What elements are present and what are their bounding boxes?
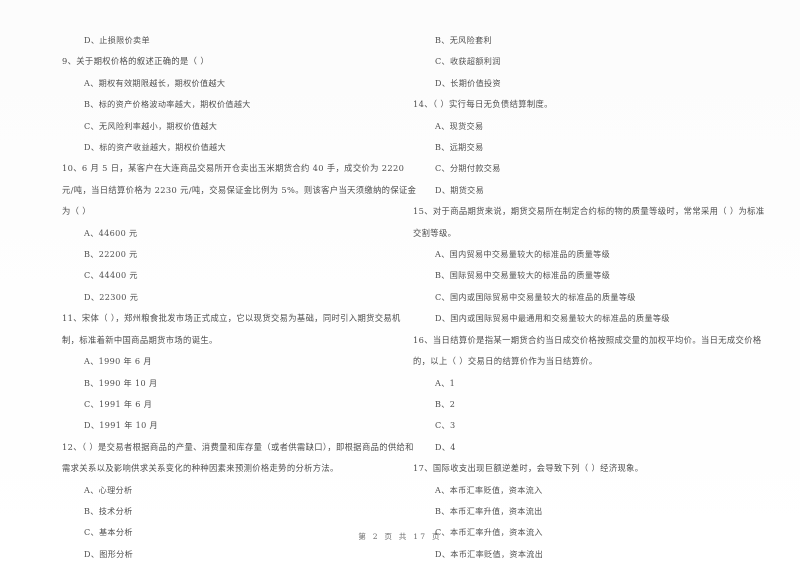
answer-option: B、标的资产价格波动率越大，期权价值越大 [84,99,251,110]
question-stem: 9、关于期权价格的叙述正确的是（ ） [62,56,209,67]
right-column: B、无风险套利 C、收获超额利润 D、长期价值投资 14、（ ）实行每日无负债结算制度… [413,30,768,565]
answer-option: B、无风险套利 [435,35,492,45]
answer-option: A、1990 年 6 月 [84,356,152,367]
answer-option: C、无风险利率越小，期权价值越大 [84,120,218,131]
question-stem: 14、（ ）实行每日无负债结算制度。 [413,99,553,110]
question-stem: 15、对于商品期货来说，期货交易所在制定合约标的物的质量等级时，常常采用（ ）为… [413,206,765,238]
left-column: D、止损限价卖单 9、关于期权价格的叙述正确的是（ ） A、期权有效期限越长，期权价… [62,30,417,565]
answer-option: A、44600 元 [84,227,138,238]
answer-option: C、44400 元 [84,270,138,281]
question-stem: 12、（ ）是交易者根据商品的产量、消费量和库存量（或者供需缺口），即根据商品的… [62,441,414,474]
answer-option: D、22300 元 [84,291,139,302]
answer-option: D、本币汇率贬值，资本流出 [435,548,544,559]
question-stem: 10、6 月 5 日，某客户在大连商品交易所开仓卖出玉米期货合约 40 手，成交… [62,163,417,217]
answer-option: A、期权有效期限越长，期权价值越大 [84,77,226,88]
answer-option: B、国际贸易中交易量较大的标准品的质量等级 [435,270,611,281]
answer-option: A、1 [435,377,456,388]
answer-option: B、远期交易 [435,142,484,153]
question-stem: 11、宋体（ ），郑州粮食批发市场正式成立，它以现货交易为基础，同时引入期货交易… [62,313,401,345]
answer-option: B、1990 年 10 月 [84,377,158,388]
answer-option: B、技术分析 [84,505,133,516]
answer-option: D、期货交易 [435,184,485,195]
answer-option: C、收获超额利润 [435,56,501,67]
document-page: D、止损限价卖单 9、关于期权价格的叙述正确的是（ ） A、期权有效期限越长，期权价… [0,0,800,565]
answer-option: A、现货交易 [435,120,484,131]
answer-option: C、国内或国际贸易中交易量较大的标准品的质量等级 [435,291,636,302]
answer-option: D、图形分析 [84,548,134,559]
answer-option: C、3 [435,420,456,431]
answer-option: D、1991 年 10 月 [84,420,158,431]
answer-option: A、本币汇率贬值，资本流入 [435,484,543,495]
answer-option: A、心理分析 [84,484,133,495]
answer-option: B、22200 元 [84,249,138,260]
page-footer: 第 2 页 共 17 页 [358,532,442,541]
question-stem: 16、当日结算价是指某一期货合约当日成交价格按照成交量的加权平均价。当日无成交价… [413,334,762,367]
answer-option: B、2 [435,398,456,409]
question-stem: 17、国际收支出现巨额逆差时，会导致下列（ ）经济现象。 [413,463,644,474]
answer-option: D、止损限价卖单 [84,35,150,45]
answer-option: D、国内或国际贸易中最通用和交易量较大的标准品的质量等级 [435,313,670,324]
answer-option: D、4 [435,441,456,452]
answer-option: A、国内贸易中交易量较大的标准品的质量等级 [435,249,611,260]
answer-option: C、1991 年 6 月 [84,398,153,409]
answer-option: C、分期付款交易 [435,163,501,174]
answer-option: D、标的资产收益越大，期权价值越大 [84,142,226,153]
answer-option: D、长期价值投资 [435,77,501,88]
answer-option: B、本币汇率升值，资本流出 [435,505,543,516]
